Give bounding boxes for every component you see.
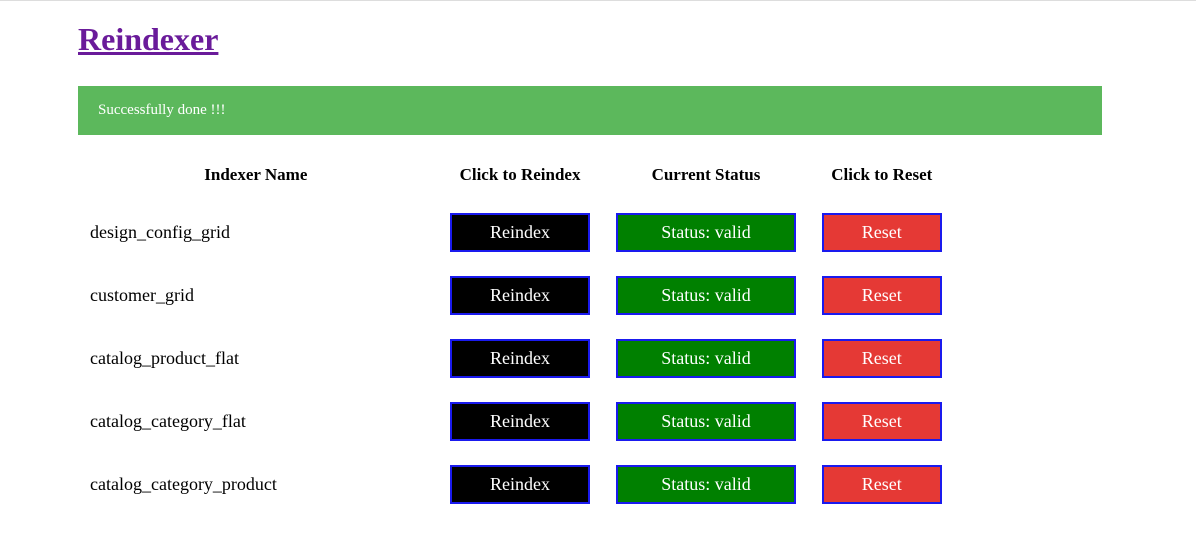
- page-title-link[interactable]: Reindexer: [78, 21, 1118, 58]
- reindex-button[interactable]: Reindex: [450, 465, 590, 504]
- table-row: customer_grid Reindex Status: valid Reset: [78, 264, 958, 327]
- reset-button[interactable]: Reset: [822, 402, 942, 441]
- status-badge: Status: valid: [616, 339, 796, 378]
- table-row: catalog_product_flat Reindex Status: valid…: [78, 327, 958, 390]
- header-click-reindex: Click to Reindex: [434, 155, 607, 201]
- status-badge: Status: valid: [616, 276, 796, 315]
- table-row: design_config_grid Reindex Status: valid Re…: [78, 201, 958, 264]
- reset-button[interactable]: Reset: [822, 213, 942, 252]
- status-badge: Status: valid: [616, 213, 796, 252]
- table-row: catalog_category_flat Reindex Status: vali…: [78, 390, 958, 453]
- header-click-reset: Click to Reset: [806, 155, 958, 201]
- table-row: catalog_category_product Reindex Status: v…: [78, 453, 958, 516]
- indexer-name: design_config_grid: [78, 201, 434, 264]
- reindex-button[interactable]: Reindex: [450, 213, 590, 252]
- reset-button[interactable]: Reset: [822, 339, 942, 378]
- indexer-name: catalog_category_flat: [78, 390, 434, 453]
- indexer-name: catalog_product_flat: [78, 327, 434, 390]
- status-badge: Status: valid: [616, 465, 796, 504]
- reset-button[interactable]: Reset: [822, 276, 942, 315]
- reindex-button[interactable]: Reindex: [450, 276, 590, 315]
- status-badge: Status: valid: [616, 402, 796, 441]
- reindex-button[interactable]: Reindex: [450, 402, 590, 441]
- indexer-name: customer_grid: [78, 264, 434, 327]
- header-current-status: Current Status: [606, 155, 805, 201]
- indexer-table: Indexer Name Click to Reindex Current St…: [78, 155, 958, 516]
- reset-button[interactable]: Reset: [822, 465, 942, 504]
- indexer-name: catalog_category_product: [78, 453, 434, 516]
- reindex-button[interactable]: Reindex: [450, 339, 590, 378]
- header-indexer-name: Indexer Name: [78, 155, 434, 201]
- success-banner: Successfully done !!!: [78, 86, 1102, 135]
